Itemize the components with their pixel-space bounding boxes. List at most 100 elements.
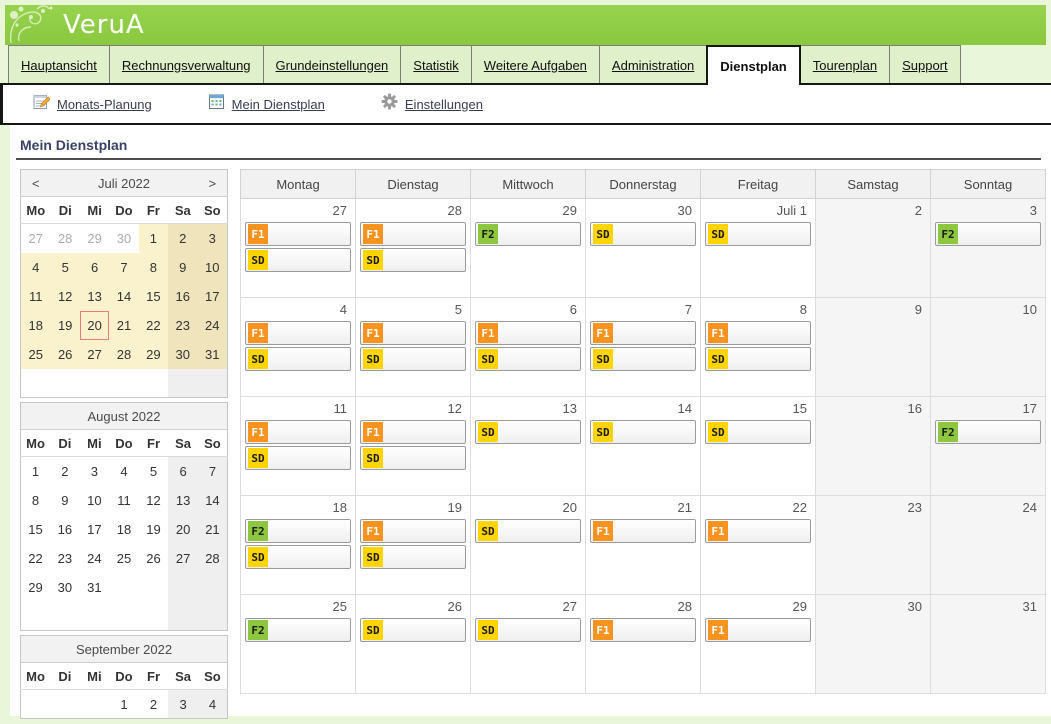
calendar-day-cell[interactable]: 16 (816, 397, 931, 496)
calendar-day-cell[interactable]: 12F1SD (356, 397, 471, 496)
mini-day-cell[interactable]: 14 (109, 282, 138, 311)
calendar-day-cell[interactable]: 2 (816, 199, 931, 298)
mini-day-cell[interactable]: 26 (139, 544, 169, 573)
mini-day-cell[interactable]: 1 (21, 457, 51, 486)
calendar-day-cell[interactable]: 22F1 (701, 496, 816, 595)
tab-support[interactable]: Support (889, 45, 961, 85)
calendar-day-cell[interactable]: 14SD (586, 397, 701, 496)
shift-entry-f1[interactable]: F1 (360, 222, 466, 246)
calendar-day-cell[interactable]: 24 (931, 496, 1046, 595)
shift-entry-sd[interactable]: SD (590, 420, 696, 444)
mini-day-cell[interactable]: 30 (50, 573, 80, 602)
mini-day-cell[interactable]: 17 (198, 282, 228, 311)
shift-entry-sd[interactable]: SD (705, 347, 811, 371)
shift-entry-sd[interactable]: SD (245, 347, 351, 371)
mini-day-cell[interactable]: 12 (51, 282, 80, 311)
calendar-day-cell[interactable]: 4F1SD (241, 298, 356, 397)
tab-dienstplan[interactable]: Dienstplan (706, 45, 800, 85)
calendar-day-cell[interactable]: 29F2 (471, 199, 586, 298)
mini-day-cell[interactable]: 27 (168, 544, 198, 573)
calendar-day-cell[interactable]: 25F2 (241, 595, 356, 694)
calendar-day-cell[interactable]: 29F1 (701, 595, 816, 694)
shift-entry-f1[interactable]: F1 (360, 321, 466, 345)
einstellungen-link[interactable]: Einstellungen (381, 93, 483, 115)
mini-day-cell[interactable]: 25 (109, 544, 139, 573)
shift-entry-sd[interactable]: SD (245, 545, 351, 569)
mini-day-cell[interactable]: 16 (168, 282, 197, 311)
mini-day-cell[interactable]: 5 (51, 253, 80, 282)
shift-entry-sd[interactable]: SD (475, 347, 581, 371)
mini-day-cell[interactable]: 28 (198, 544, 228, 573)
calendar-day-cell[interactable]: 26SD (356, 595, 471, 694)
mini-day-cell[interactable]: 13 (80, 282, 109, 311)
shift-entry-f2[interactable]: F2 (935, 420, 1041, 444)
tab-statistik[interactable]: Statistik (400, 45, 472, 85)
mini-day-cell[interactable]: 26 (51, 340, 80, 369)
mini-day-cell[interactable]: 25 (21, 340, 51, 369)
mini-day-cell[interactable]: 30 (168, 340, 197, 369)
shift-entry-f2[interactable]: F2 (475, 222, 581, 246)
mini-day-cell[interactable]: 18 (21, 311, 51, 340)
calendar-day-cell[interactable]: 20SD (471, 496, 586, 595)
mini-day-cell[interactable]: 9 (50, 486, 80, 515)
calendar-day-cell[interactable]: 9 (816, 298, 931, 397)
calendar-day-cell[interactable]: 30 (816, 595, 931, 694)
mini-day-cell[interactable]: 24 (198, 311, 228, 340)
monats-planung-link[interactable]: Monats-Planung (33, 93, 152, 115)
shift-entry-f1[interactable]: F1 (360, 519, 466, 543)
shift-entry-sd[interactable]: SD (360, 618, 466, 642)
calendar-day-cell[interactable]: 10 (931, 298, 1046, 397)
mini-day-cell[interactable]: 7 (109, 253, 138, 282)
mein-dienstplan-link[interactable]: Mein Dienstplan (208, 93, 325, 115)
mini-day-cell[interactable]: 21 (198, 515, 228, 544)
mini-day-cell[interactable]: 14 (198, 486, 228, 515)
mini-day-cell[interactable]: 9 (168, 253, 197, 282)
mini-day-cell[interactable]: 6 (80, 253, 109, 282)
shift-entry-f1[interactable]: F1 (590, 519, 696, 543)
mini-day-cell[interactable]: 17 (80, 515, 110, 544)
mini-day-cell[interactable]: 16 (50, 515, 80, 544)
mini-day-cell[interactable]: 3 (168, 690, 198, 719)
shift-entry-sd[interactable]: SD (360, 347, 466, 371)
shift-entry-sd[interactable]: SD (475, 420, 581, 444)
mini-day-cell[interactable]: 28 (51, 224, 80, 253)
tab-grundeinstellungen[interactable]: Grundeinstellungen (263, 45, 402, 85)
mini-day-cell[interactable]: 6 (168, 457, 198, 486)
mini-day-cell[interactable]: 3 (198, 224, 228, 253)
shift-entry-f1[interactable]: F1 (245, 321, 351, 345)
shift-entry-f1[interactable]: F1 (705, 321, 811, 345)
mini-day-cell[interactable]: 28 (109, 340, 138, 369)
tab-weitere-aufgaben[interactable]: Weitere Aufgaben (471, 45, 600, 85)
mini-day-cell[interactable]: 4 (109, 457, 139, 486)
mini-day-cell[interactable]: 2 (168, 224, 197, 253)
mini-day-cell[interactable]: 11 (21, 282, 51, 311)
mini-day-cell[interactable]: 11 (109, 486, 139, 515)
shift-entry-sd[interactable]: SD (475, 519, 581, 543)
calendar-day-cell[interactable]: 17F2 (931, 397, 1046, 496)
mini-day-cell[interactable]: 8 (21, 486, 51, 515)
mini-day-cell[interactable]: 20 (80, 311, 109, 340)
shift-entry-f1[interactable]: F1 (705, 519, 811, 543)
shift-entry-f1[interactable]: F1 (245, 420, 351, 444)
shift-entry-f1[interactable]: F1 (705, 618, 811, 642)
shift-entry-sd[interactable]: SD (360, 248, 466, 272)
calendar-day-cell[interactable]: 3F2 (931, 199, 1046, 298)
shift-entry-sd[interactable]: SD (475, 618, 581, 642)
mini-day-cell[interactable]: 10 (80, 486, 110, 515)
calendar-day-cell[interactable]: 6F1SD (471, 298, 586, 397)
mini-day-cell[interactable]: 1 (109, 690, 139, 719)
shift-entry-f1[interactable]: F1 (475, 321, 581, 345)
mini-day-cell[interactable]: 4 (21, 253, 51, 282)
calendar-day-cell[interactable]: 28F1SD (356, 199, 471, 298)
mini-day-cell[interactable]: 27 (21, 224, 51, 253)
calendar-day-cell[interactable]: 27SD (471, 595, 586, 694)
shift-entry-f2[interactable]: F2 (935, 222, 1041, 246)
shift-entry-sd[interactable]: SD (360, 545, 466, 569)
mini-day-cell[interactable]: 12 (139, 486, 169, 515)
mini-day-cell[interactable]: 21 (109, 311, 138, 340)
shift-entry-sd[interactable]: SD (360, 446, 466, 470)
calendar-day-cell[interactable]: 13SD (471, 397, 586, 496)
calendar-day-cell[interactable]: 8F1SD (701, 298, 816, 397)
mini-day-cell[interactable]: 3 (80, 457, 110, 486)
shift-entry-f1[interactable]: F1 (590, 618, 696, 642)
